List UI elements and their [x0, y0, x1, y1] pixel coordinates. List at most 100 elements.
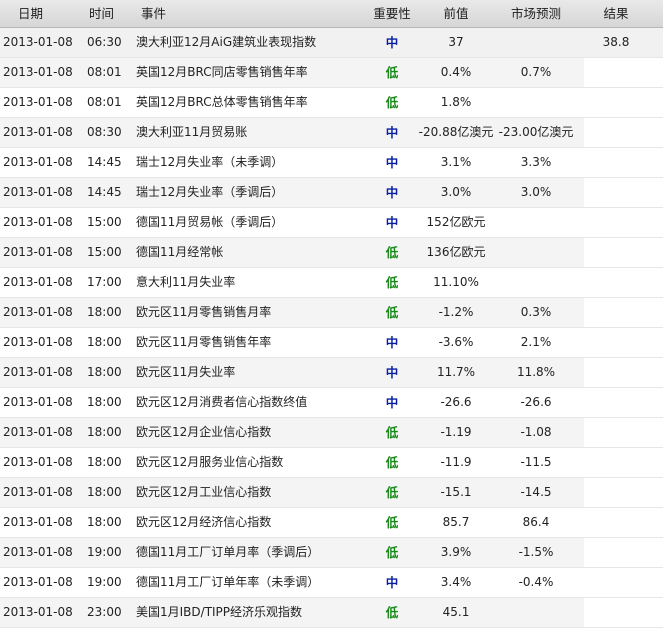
row-date: 2013-01-08	[3, 125, 73, 139]
row-forecast: -1.5%	[518, 545, 554, 559]
row-forecast: -1.08	[520, 425, 552, 439]
row-date: 2013-01-08	[3, 485, 73, 499]
row-result: 38.8	[602, 35, 630, 49]
row-previous: 3.0%	[440, 185, 472, 199]
row-date: 2013-01-08	[3, 215, 73, 229]
row-forecast: 86.4	[522, 515, 550, 529]
row-time: 18:00	[87, 395, 122, 409]
importance-badge: 中	[385, 185, 399, 200]
row-time: 18:00	[87, 425, 122, 439]
row-result	[585, 178, 647, 207]
table-row: 2013-01-08 18:00 欧元区12月消费者信心指数终值 中 -26.6 -26.…	[0, 388, 663, 418]
row-date: 2013-01-08	[3, 185, 73, 199]
table-row: 2013-01-08 06:30 澳大利亚12月AiG建筑业表现指数 中 37 38.8	[0, 28, 663, 58]
header-event: 事件	[141, 6, 167, 21]
row-event: 瑞士12月失业率（未季调）	[136, 155, 284, 169]
importance-badge: 低	[385, 245, 399, 260]
table-row: 2013-01-08 18:00 欧元区12月企业信心指数 低 -1.19 -1.08	[0, 418, 663, 448]
row-event: 意大利11月失业率	[136, 275, 236, 289]
row-forecast: 0.7%	[520, 65, 552, 79]
row-event: 欧元区12月经济信心指数	[136, 515, 272, 529]
row-event: 英国12月BRC同店零售销售年率	[136, 65, 308, 79]
row-forecast: -14.5	[520, 485, 552, 499]
table-row: 2013-01-08 18:00 欧元区12月服务业信心指数 低 -11.9 -11.5	[0, 448, 663, 478]
table-row: 2013-01-08 08:01 英国12月BRC总体零售销售年率 低 1.8%	[0, 88, 663, 118]
row-time: 18:00	[87, 365, 122, 379]
importance-badge: 低	[385, 485, 399, 500]
row-time: 18:00	[87, 455, 122, 469]
row-previous: 152亿欧元	[426, 215, 486, 229]
row-time: 18:00	[87, 305, 122, 319]
importance-badge: 低	[385, 515, 399, 530]
row-previous: -11.9	[440, 455, 472, 469]
row-result	[585, 118, 647, 147]
row-result	[585, 448, 647, 477]
importance-badge: 中	[385, 365, 399, 380]
row-previous: 1.8%	[440, 95, 472, 109]
row-event: 欧元区12月消费者信心指数终值	[136, 395, 308, 409]
row-result	[585, 238, 647, 267]
header-previous: 前值	[443, 6, 469, 21]
row-result	[585, 478, 647, 507]
row-time: 08:01	[87, 65, 122, 79]
row-event: 欧元区11月零售销售月率	[136, 305, 272, 319]
row-forecast: 11.8%	[516, 365, 556, 379]
table-row: 2013-01-08 18:00 欧元区12月工业信心指数 低 -15.1 -14.5	[0, 478, 663, 508]
row-previous: 11.10%	[433, 275, 479, 289]
importance-badge: 低	[385, 275, 399, 290]
row-forecast	[495, 238, 577, 267]
row-time: 15:00	[87, 215, 122, 229]
row-event: 澳大利亚11月贸易账	[136, 125, 248, 139]
row-date: 2013-01-08	[3, 455, 73, 469]
table-row: 2013-01-08 18:00 欧元区11月失业率 中 11.7% 11.8%	[0, 358, 663, 388]
row-previous: 85.7	[442, 515, 470, 529]
row-time: 19:00	[87, 575, 122, 589]
table-row: 2013-01-08 15:00 德国11月经常帐 低 136亿欧元	[0, 238, 663, 268]
row-forecast	[495, 208, 577, 237]
importance-badge: 中	[385, 125, 399, 140]
row-forecast: -26.6	[520, 395, 552, 409]
row-time: 18:00	[87, 485, 122, 499]
row-event: 欧元区12月企业信心指数	[136, 425, 272, 439]
importance-badge: 中	[385, 155, 399, 170]
row-date: 2013-01-08	[3, 155, 73, 169]
row-previous: 37	[448, 35, 464, 49]
row-forecast: -0.4%	[518, 575, 554, 589]
row-result	[585, 328, 647, 357]
row-previous: 3.1%	[440, 155, 472, 169]
row-time: 14:45	[87, 185, 122, 199]
row-time: 19:00	[87, 545, 122, 559]
row-event: 美国1月IBD/TIPP经济乐观指数	[136, 605, 303, 619]
table-row: 2013-01-08 15:00 德国11月贸易帐（季调后） 中 152亿欧元	[0, 208, 663, 238]
header-date: 日期	[18, 6, 44, 21]
row-date: 2013-01-08	[3, 65, 73, 79]
row-event: 欧元区12月工业信心指数	[136, 485, 272, 499]
row-result	[585, 88, 647, 117]
row-result	[585, 388, 647, 417]
importance-badge: 中	[385, 215, 399, 230]
row-date: 2013-01-08	[3, 605, 73, 619]
row-time: 18:00	[87, 335, 122, 349]
table-row: 2013-01-08 14:45 瑞士12月失业率（未季调） 中 3.1% 3.3%	[0, 148, 663, 178]
row-time: 06:30	[87, 35, 122, 49]
table-row: 2013-01-08 18:00 欧元区11月零售销售年率 中 -3.6% 2.1%	[0, 328, 663, 358]
row-event: 瑞士12月失业率（季调后）	[136, 185, 284, 199]
row-previous: -1.19	[440, 425, 472, 439]
importance-badge: 低	[385, 65, 399, 80]
row-time: 18:00	[87, 515, 122, 529]
row-date: 2013-01-08	[3, 515, 73, 529]
row-result	[585, 358, 647, 387]
row-result	[585, 418, 647, 447]
header-result: 结果	[603, 6, 629, 21]
row-previous: 11.7%	[436, 365, 476, 379]
table-row: 2013-01-08 19:00 德国11月工厂订单年率（未季调） 中 3.4% -0.4…	[0, 568, 663, 598]
row-previous: -20.88亿澳元	[418, 125, 494, 139]
row-forecast	[495, 88, 577, 117]
row-date: 2013-01-08	[3, 335, 73, 349]
row-previous: -3.6%	[438, 335, 474, 349]
row-event: 欧元区12月服务业信心指数	[136, 455, 284, 469]
row-forecast: 3.3%	[520, 155, 552, 169]
row-time: 17:00	[87, 275, 122, 289]
row-date: 2013-01-08	[3, 95, 73, 109]
row-result	[585, 508, 647, 537]
